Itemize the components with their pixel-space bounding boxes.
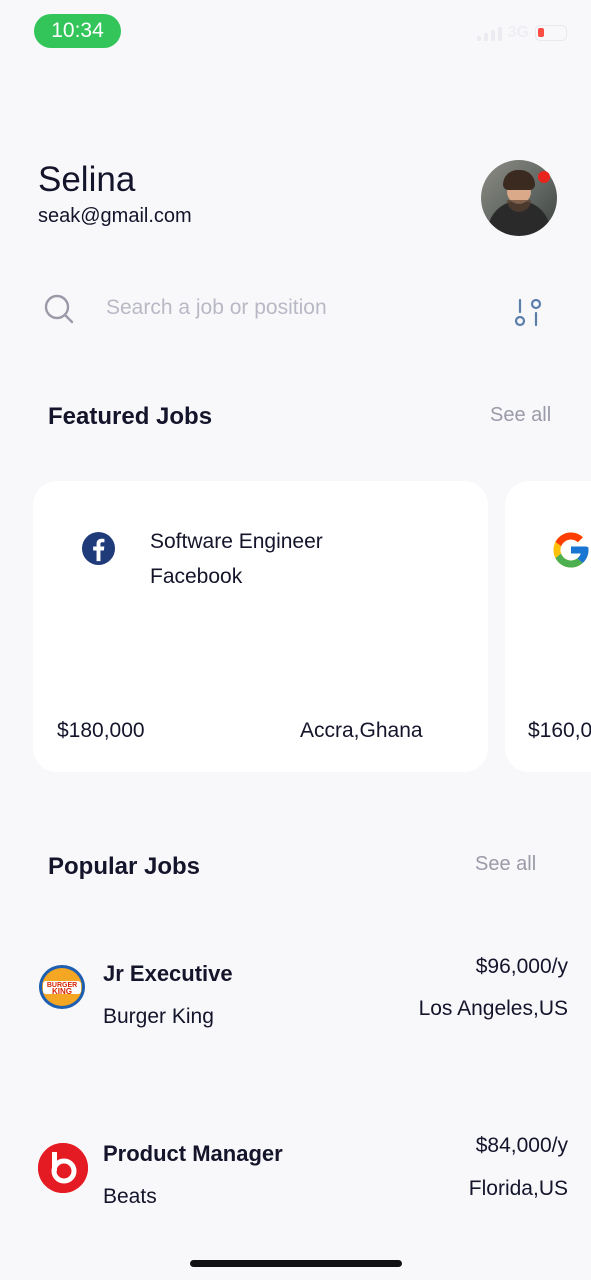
home-indicator[interactable] — [190, 1260, 402, 1267]
featured-job-company: Facebook — [150, 565, 243, 588]
popular-job-company: Burger King — [103, 1005, 214, 1028]
featured-job-title: Software Engineer — [150, 530, 323, 553]
user-name: Selina — [38, 160, 136, 199]
featured-job-salary: $180,000 — [57, 719, 145, 742]
featured-job-salary: $160,0 — [528, 719, 591, 742]
search-icon — [44, 294, 74, 324]
beats-icon — [38, 1143, 88, 1193]
popular-job-title: Product Manager — [103, 1141, 283, 1166]
popular-job-location: Florida,US — [468, 1177, 568, 1200]
popular-job-salary: $84,000/y — [475, 1134, 568, 1157]
popular-job-title: Jr Executive — [103, 961, 233, 986]
burger-king-icon: BURGER KING — [39, 965, 85, 1009]
filter-icon[interactable] — [510, 296, 546, 330]
popular-job-salary: $96,000/y — [475, 955, 568, 978]
signal-icon — [476, 25, 502, 41]
status-time: 10:34 — [34, 14, 121, 48]
popular-see-all-link[interactable]: See all — [475, 853, 536, 876]
notification-dot — [538, 171, 550, 183]
featured-job-card[interactable]: $160,0 — [505, 481, 591, 772]
search-input[interactable] — [96, 288, 476, 328]
network-type: 3G — [507, 24, 529, 41]
status-indicators: 3G — [476, 22, 567, 44]
battery-icon — [535, 25, 567, 41]
facebook-icon — [81, 531, 116, 566]
user-email: seak@gmail.com — [38, 205, 192, 227]
featured-jobs-title: Featured Jobs — [48, 403, 213, 430]
google-icon — [553, 532, 589, 568]
svg-text:KING: KING — [52, 987, 72, 996]
popular-job-company: Beats — [103, 1185, 157, 1208]
popular-job-location: Los Angeles,US — [418, 997, 568, 1020]
popular-jobs-title: Popular Jobs — [48, 853, 201, 880]
featured-job-location: Accra,Ghana — [300, 719, 423, 742]
featured-see-all-link[interactable]: See all — [490, 404, 551, 427]
